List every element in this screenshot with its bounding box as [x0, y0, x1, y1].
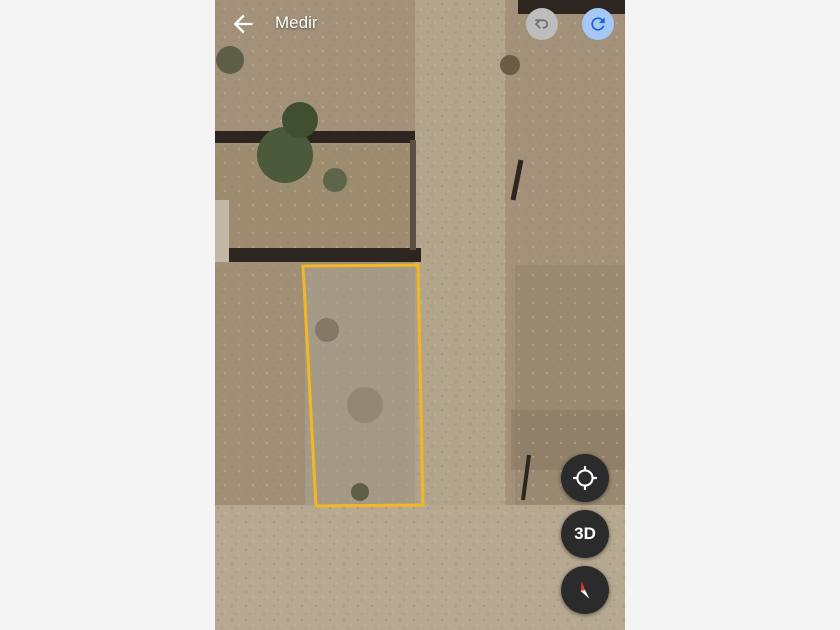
plot-rock-1 [315, 318, 339, 342]
compass-icon [580, 581, 590, 599]
arrow-back-icon [233, 14, 253, 34]
wall-2 [229, 248, 421, 262]
redo-icon [591, 17, 605, 31]
tree-2 [282, 102, 318, 138]
compass-button[interactable] [561, 566, 609, 614]
undo-button[interactable] [526, 8, 558, 40]
phone-screen: Medir 3D [215, 0, 625, 630]
plot-shrub [351, 483, 369, 501]
shrub-3 [500, 55, 520, 75]
shrub-2 [323, 168, 347, 192]
my-location-icon [573, 466, 597, 490]
3d-toggle-button[interactable]: 3D [561, 510, 609, 558]
shrub-1 [216, 46, 244, 74]
wall-5 [215, 200, 229, 262]
my-location-button[interactable] [561, 454, 609, 502]
plot-rock-2 [347, 387, 383, 423]
page-title: Medir [275, 13, 318, 32]
back-button[interactable] [229, 10, 257, 38]
wall-1 [215, 131, 415, 143]
redo-button[interactable] [582, 8, 614, 40]
undo-icon [535, 19, 549, 29]
wall-4 [410, 140, 416, 250]
top-bar: Medir [215, 0, 625, 48]
measured-plot-fill [305, 266, 417, 506]
